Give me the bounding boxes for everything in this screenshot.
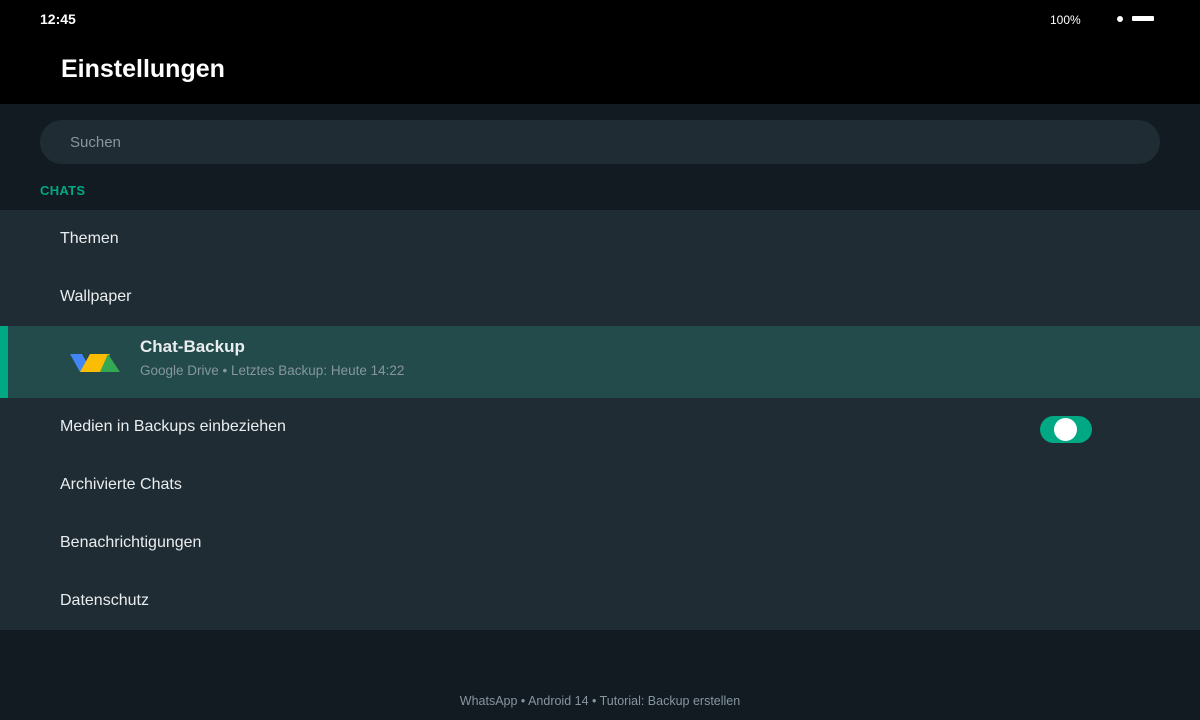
settings-item-notifications[interactable]: Benachrichtigungen [0, 514, 1200, 572]
settings-item-label: Medien in Backups einbeziehen [60, 418, 286, 435]
chat-backup-title: Chat-Backup [140, 337, 245, 356]
settings-item-archived-chats[interactable]: Archivierte Chats [0, 456, 1200, 514]
search-placeholder: Suchen [70, 134, 121, 151]
notification-dot-icon [1117, 16, 1123, 22]
settings-item-chat-backup[interactable]: Chat-Backup Google Drive • Letztes Backu… [0, 326, 1200, 398]
settings-item-label: Benachrichtigungen [60, 534, 202, 551]
footer-caption: WhatsApp • Android 14 • Tutorial: Backup… [459, 694, 741, 708]
settings-item-wallpaper[interactable]: Wallpaper [0, 268, 1200, 326]
settings-item-media-in-backups[interactable]: Medien in Backups einbeziehen [0, 398, 1200, 456]
settings-item-label: Wallpaper [60, 288, 132, 305]
page-title: Einstellungen [61, 55, 225, 83]
status-bar: 12:45 100% [0, 0, 1200, 40]
google-drive-icon [70, 354, 120, 372]
settings-item-label: Themen [60, 230, 119, 247]
settings-item-themes[interactable]: Themen [0, 210, 1200, 268]
chat-backup-subtitle: Google Drive • Letztes Backup: Heute 14:… [140, 363, 405, 378]
toggle-knob [1054, 418, 1077, 441]
selection-indicator [0, 326, 8, 398]
status-time: 12:45 [40, 11, 76, 27]
settings-list: Themen Wallpaper Chat-Backup Google Driv… [0, 210, 1200, 630]
app-header: Einstellungen [0, 40, 1200, 104]
section-heading-chats: CHATS [40, 183, 86, 198]
settings-item-label: Datenschutz [60, 592, 149, 609]
media-backup-toggle[interactable] [1040, 416, 1092, 443]
search-input[interactable]: Suchen [40, 120, 1160, 164]
settings-item-label: Archivierte Chats [60, 476, 182, 493]
battery-level: 100% [1050, 13, 1081, 27]
settings-item-privacy[interactable]: Datenschutz [0, 572, 1200, 630]
battery-icon [1132, 16, 1154, 21]
